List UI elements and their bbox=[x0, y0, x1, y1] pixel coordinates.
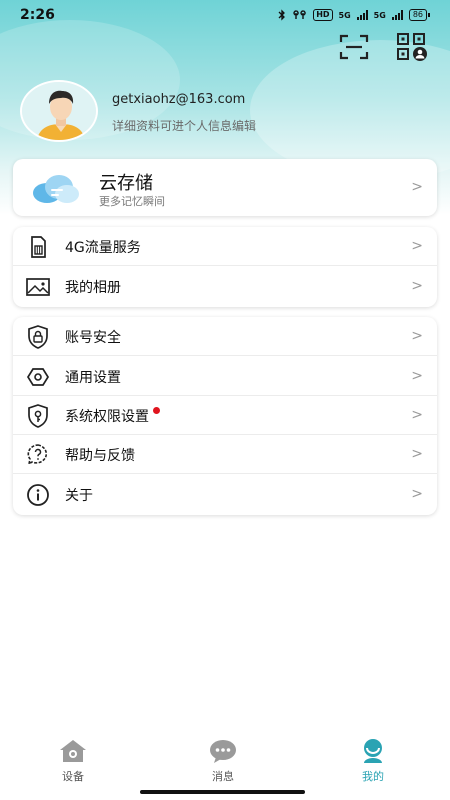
hd-badge: HD bbox=[313, 9, 333, 21]
chevron-right-icon: > bbox=[411, 446, 423, 462]
qr-code-button[interactable] bbox=[396, 32, 428, 62]
menu-item-label: 我的相册 bbox=[65, 280, 121, 296]
menu-item-label: 4G流量服务 bbox=[65, 240, 141, 256]
cloud-storage-title: 云存储 bbox=[99, 173, 153, 194]
shield-key-icon bbox=[28, 404, 48, 428]
menu-item-help-feedback[interactable]: 帮助与反馈 > bbox=[13, 435, 437, 474]
status-icons: HD 5G 5G 86 bbox=[277, 9, 430, 21]
tab-mine[interactable]: 我的 bbox=[333, 738, 413, 784]
menu-group-settings: 账号安全 > 通用设置 > 系统权限设置 > 帮助与反馈 > 关于 > bbox=[13, 317, 437, 515]
battery-icon: 86 bbox=[408, 9, 430, 21]
avatar[interactable] bbox=[20, 80, 98, 142]
chat-bubble-icon bbox=[210, 740, 236, 763]
network-type-1: 5G bbox=[338, 10, 351, 20]
scan-icon bbox=[339, 34, 369, 60]
hexagon-settings-icon bbox=[26, 368, 50, 386]
status-bar: 2:26 HD 5G 5G 86 bbox=[0, 0, 450, 30]
menu-item-4g-data[interactable]: 4G流量服务 > bbox=[13, 227, 437, 266]
notification-badge bbox=[153, 407, 160, 414]
earbuds-icon bbox=[293, 10, 306, 19]
menu-item-label: 关于 bbox=[65, 488, 93, 504]
menu-item-about[interactable]: 关于 > bbox=[13, 475, 437, 514]
menu-item-account-security[interactable]: 账号安全 > bbox=[13, 317, 437, 356]
chevron-right-icon: > bbox=[411, 368, 423, 384]
scan-button[interactable] bbox=[338, 32, 370, 62]
info-icon bbox=[27, 484, 49, 506]
signal-icon-1 bbox=[356, 10, 368, 20]
tab-messages[interactable]: 消息 bbox=[183, 738, 263, 784]
tab-label: 我的 bbox=[362, 770, 384, 783]
cloud-storage-subtitle: 更多记忆瞬间 bbox=[99, 195, 165, 208]
tab-label: 消息 bbox=[212, 770, 234, 783]
menu-group-services: 4G流量服务 > 我的相册 > bbox=[13, 227, 437, 307]
status-time: 2:26 bbox=[20, 7, 55, 23]
cloud-icon bbox=[33, 175, 79, 203]
menu-item-system-permissions[interactable]: 系统权限设置 > bbox=[13, 396, 437, 435]
home-icon bbox=[60, 740, 86, 762]
menu-item-my-album[interactable]: 我的相册 > bbox=[13, 267, 437, 306]
tab-devices[interactable]: 设备 bbox=[33, 738, 113, 784]
chevron-right-icon: > bbox=[411, 486, 423, 502]
profile-hint: 详细资料可进个人信息编辑 bbox=[112, 119, 257, 133]
qr-code-icon bbox=[397, 33, 427, 61]
menu-item-label: 通用设置 bbox=[65, 370, 121, 386]
signal-icon-2 bbox=[391, 10, 403, 20]
chevron-right-icon: > bbox=[411, 179, 423, 195]
menu-item-label: 帮助与反馈 bbox=[65, 448, 135, 464]
chevron-right-icon: > bbox=[411, 328, 423, 344]
network-type-2: 5G bbox=[373, 10, 386, 20]
menu-item-label: 系统权限设置 bbox=[65, 406, 160, 426]
cloud-storage-card[interactable]: 云存储 更多记忆瞬间 > bbox=[13, 159, 437, 216]
profile-icon bbox=[364, 739, 382, 763]
shield-lock-icon bbox=[28, 325, 48, 349]
sim-card-icon bbox=[31, 236, 46, 258]
battery-level: 86 bbox=[408, 9, 427, 21]
chevron-right-icon: > bbox=[411, 407, 423, 423]
chevron-right-icon: > bbox=[411, 238, 423, 254]
user-email[interactable]: getxiaohz@163.com bbox=[112, 92, 245, 107]
home-indicator[interactable] bbox=[140, 790, 305, 794]
help-bubble-icon bbox=[27, 444, 48, 466]
menu-item-general-settings[interactable]: 通用设置 > bbox=[13, 357, 437, 396]
tab-label: 设备 bbox=[62, 770, 84, 783]
chevron-right-icon: > bbox=[411, 278, 423, 294]
bluetooth-icon bbox=[278, 9, 286, 21]
menu-item-label: 账号安全 bbox=[65, 330, 121, 346]
photo-album-icon bbox=[26, 278, 50, 296]
